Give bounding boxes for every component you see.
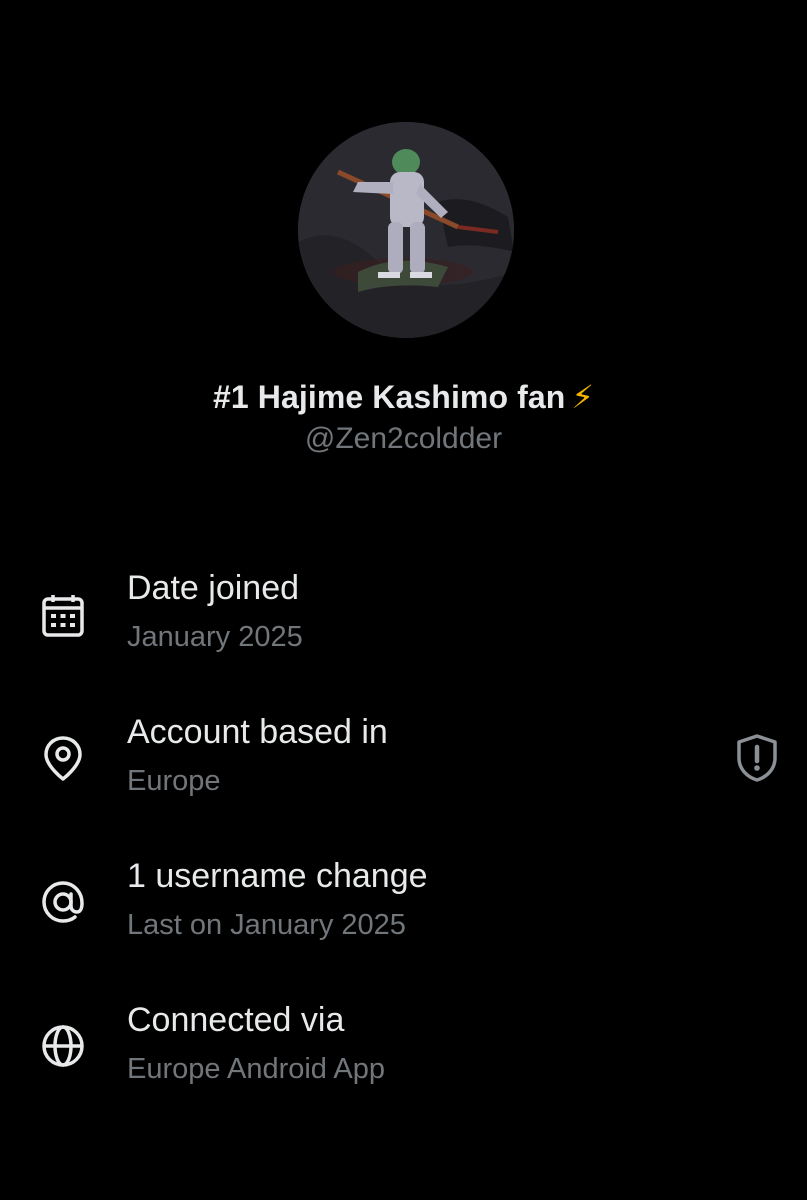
profile-display-name: #1 Hajime Kashimo fan ⚡ (0, 378, 807, 416)
row-title: Account based in (127, 713, 388, 751)
row-title: Date joined (127, 569, 300, 607)
about-row-date-joined: Date joined January 2025 (0, 564, 807, 664)
row-title: Connected via (127, 1001, 345, 1039)
at-sign-icon (38, 877, 88, 927)
about-row-connected-via: Connected via Europe Android App (0, 997, 807, 1097)
row-title: 1 username change (127, 857, 428, 895)
location-pin-icon (38, 733, 88, 783)
row-subtitle: Europe Android App (127, 1053, 385, 1085)
avatar-image (298, 122, 514, 338)
calendar-icon (38, 591, 88, 641)
row-subtitle: Last on January 2025 (127, 909, 406, 941)
lightning-bolt-icon: ⚡ (571, 379, 595, 415)
globe-icon (38, 1021, 88, 1071)
row-subtitle: Europe (127, 765, 221, 797)
profile-avatar[interactable] (298, 122, 514, 338)
profile-handle: @Zen2coldder (304, 422, 503, 455)
row-subtitle: January 2025 (127, 621, 303, 653)
display-name-text: #1 Hajime Kashimo fan (212, 379, 566, 415)
shield-exclamation-icon[interactable] (734, 733, 780, 783)
about-row-account-based-in: Account based in Europe (0, 708, 807, 808)
about-row-username-change: 1 username change Last on January 2025 (0, 853, 807, 953)
